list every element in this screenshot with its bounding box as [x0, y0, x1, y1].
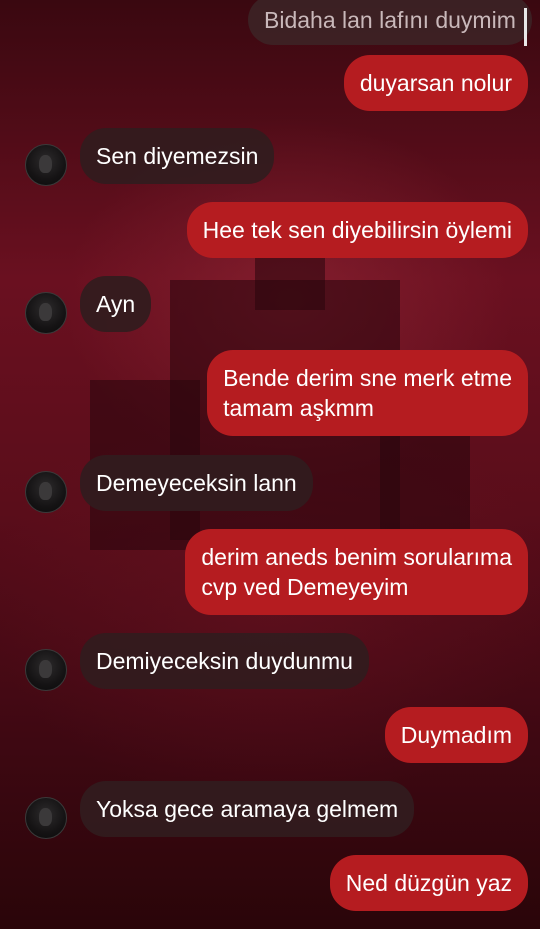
message-text: Sen diyemezsin — [96, 143, 259, 169]
message-text: Yoksa gece aramaya gelmem — [96, 796, 399, 822]
message-text: Bende derim sne merk etme tamam aşkmm — [223, 365, 512, 421]
outgoing-message-bubble[interactable]: Ned düzgün yaz — [329, 855, 528, 911]
message-text: Demiyeceksin duydunmu — [96, 648, 353, 674]
user-avatar-icon[interactable] — [25, 797, 67, 839]
user-avatar-icon[interactable] — [25, 471, 67, 513]
outgoing-message-bubble[interactable]: Bende derim sne merk etme tamam aşkmm — [207, 350, 528, 436]
outgoing-message-bubble[interactable]: Hee tek sen diyebilirsin öylemi — [186, 202, 528, 258]
outgoing-message-bubble[interactable]: Duymadım — [384, 707, 528, 763]
message-text: Hee tek sen diyebilirsin öylemi — [202, 217, 512, 243]
scrollbar-indicator[interactable] — [524, 8, 527, 46]
message-text: Bidaha lan lafını duymim — [264, 7, 516, 33]
message-text: Demeyeceksin lann — [96, 470, 297, 496]
message-text: Duymadım — [400, 722, 512, 748]
incoming-message-bubble[interactable]: Ayn — [80, 276, 152, 332]
incoming-message-bubble[interactable]: Bidaha lan lafını duymim — [248, 0, 532, 45]
incoming-message-bubble[interactable]: Demiyeceksin duydunmu — [80, 633, 369, 689]
message-text: Ned düzgün yaz — [345, 870, 512, 896]
outgoing-message-bubble[interactable]: duyarsan nolur — [343, 55, 528, 111]
incoming-message-bubble[interactable]: Demeyeceksin lann — [80, 455, 313, 511]
outgoing-message-bubble[interactable]: derim aneds benim sorularıma cvp ved Dem… — [185, 529, 528, 615]
user-avatar-icon[interactable] — [25, 292, 67, 334]
user-avatar-icon[interactable] — [25, 649, 67, 691]
incoming-message-bubble[interactable]: Sen diyemezsin — [80, 128, 275, 184]
message-text: derim aneds benim sorularıma cvp ved Dem… — [201, 544, 512, 600]
message-text: Ayn — [96, 291, 136, 317]
user-avatar-icon[interactable] — [25, 144, 67, 186]
message-text: duyarsan nolur — [359, 70, 512, 96]
chat-thread[interactable]: Bidaha lan lafını duymim duyarsan nolur … — [0, 0, 540, 929]
incoming-message-bubble[interactable]: Yoksa gece aramaya gelmem — [80, 781, 415, 837]
